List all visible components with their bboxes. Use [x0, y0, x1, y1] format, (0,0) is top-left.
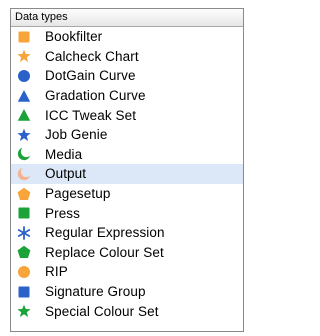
crescent-icon	[15, 167, 33, 181]
list-item-label: RIP	[45, 264, 68, 280]
list-item-label: DotGain Curve	[45, 68, 136, 84]
list-item[interactable]: RIP	[11, 262, 243, 282]
list-item[interactable]: Gradation Curve	[11, 86, 243, 106]
circle-icon	[15, 265, 33, 279]
list-item-label: Job Genie	[45, 127, 108, 143]
list-item[interactable]: Press	[11, 203, 243, 223]
square-icon	[15, 206, 33, 220]
list-item[interactable]: Replace Colour Set	[11, 243, 243, 263]
list-item-label: Calcheck Chart	[45, 48, 139, 64]
triangle-icon	[15, 89, 33, 103]
star-icon	[15, 304, 33, 318]
list-item-label: Signature Group	[45, 284, 146, 300]
list-item[interactable]: Bookfilter	[11, 27, 243, 47]
star-icon	[15, 128, 33, 142]
pentagon-icon	[15, 187, 33, 201]
square-icon	[15, 30, 33, 44]
list-item[interactable]: Job Genie	[11, 125, 243, 145]
data-types-list-panel: Data types Bookfilter Calcheck Chart DotGa…	[10, 8, 244, 332]
list-item[interactable]: Special Colour Set	[11, 301, 243, 321]
list-item[interactable]: DotGain Curve	[11, 66, 243, 86]
list-item-label: Special Colour Set	[45, 303, 159, 319]
pentagon-icon	[15, 245, 33, 259]
list-item[interactable]: Output	[11, 164, 243, 184]
list-item-label: Bookfilter	[45, 29, 103, 45]
crescent-icon	[15, 147, 33, 161]
triangle-icon	[15, 108, 33, 122]
list-item[interactable]: Media	[11, 145, 243, 165]
asterisk-icon	[15, 225, 33, 240]
list-item[interactable]: Pagesetup	[11, 184, 243, 204]
list-item-label: ICC Tweak Set	[45, 107, 137, 123]
list-header[interactable]: Data types	[11, 9, 243, 27]
list-item-label: Regular Expression	[45, 225, 165, 241]
data-types-list: Bookfilter Calcheck Chart DotGain Curve Gra…	[11, 27, 243, 321]
list-item-label: Media	[45, 146, 83, 162]
star-icon	[15, 49, 33, 63]
square-icon	[15, 285, 33, 299]
list-header-label: Data types	[15, 11, 68, 23]
list-item[interactable]: ICC Tweak Set	[11, 105, 243, 125]
list-item-label: Pagesetup	[45, 186, 111, 202]
list-item[interactable]: Signature Group	[11, 282, 243, 302]
list-item-label: Replace Colour Set	[45, 244, 164, 260]
list-item-label: Press	[45, 205, 81, 221]
list-item-label: Output	[45, 166, 87, 182]
list-item[interactable]: Regular Expression	[11, 223, 243, 243]
list-item[interactable]: Calcheck Chart	[11, 47, 243, 67]
list-item-label: Gradation Curve	[45, 88, 146, 104]
circle-icon	[15, 69, 33, 83]
